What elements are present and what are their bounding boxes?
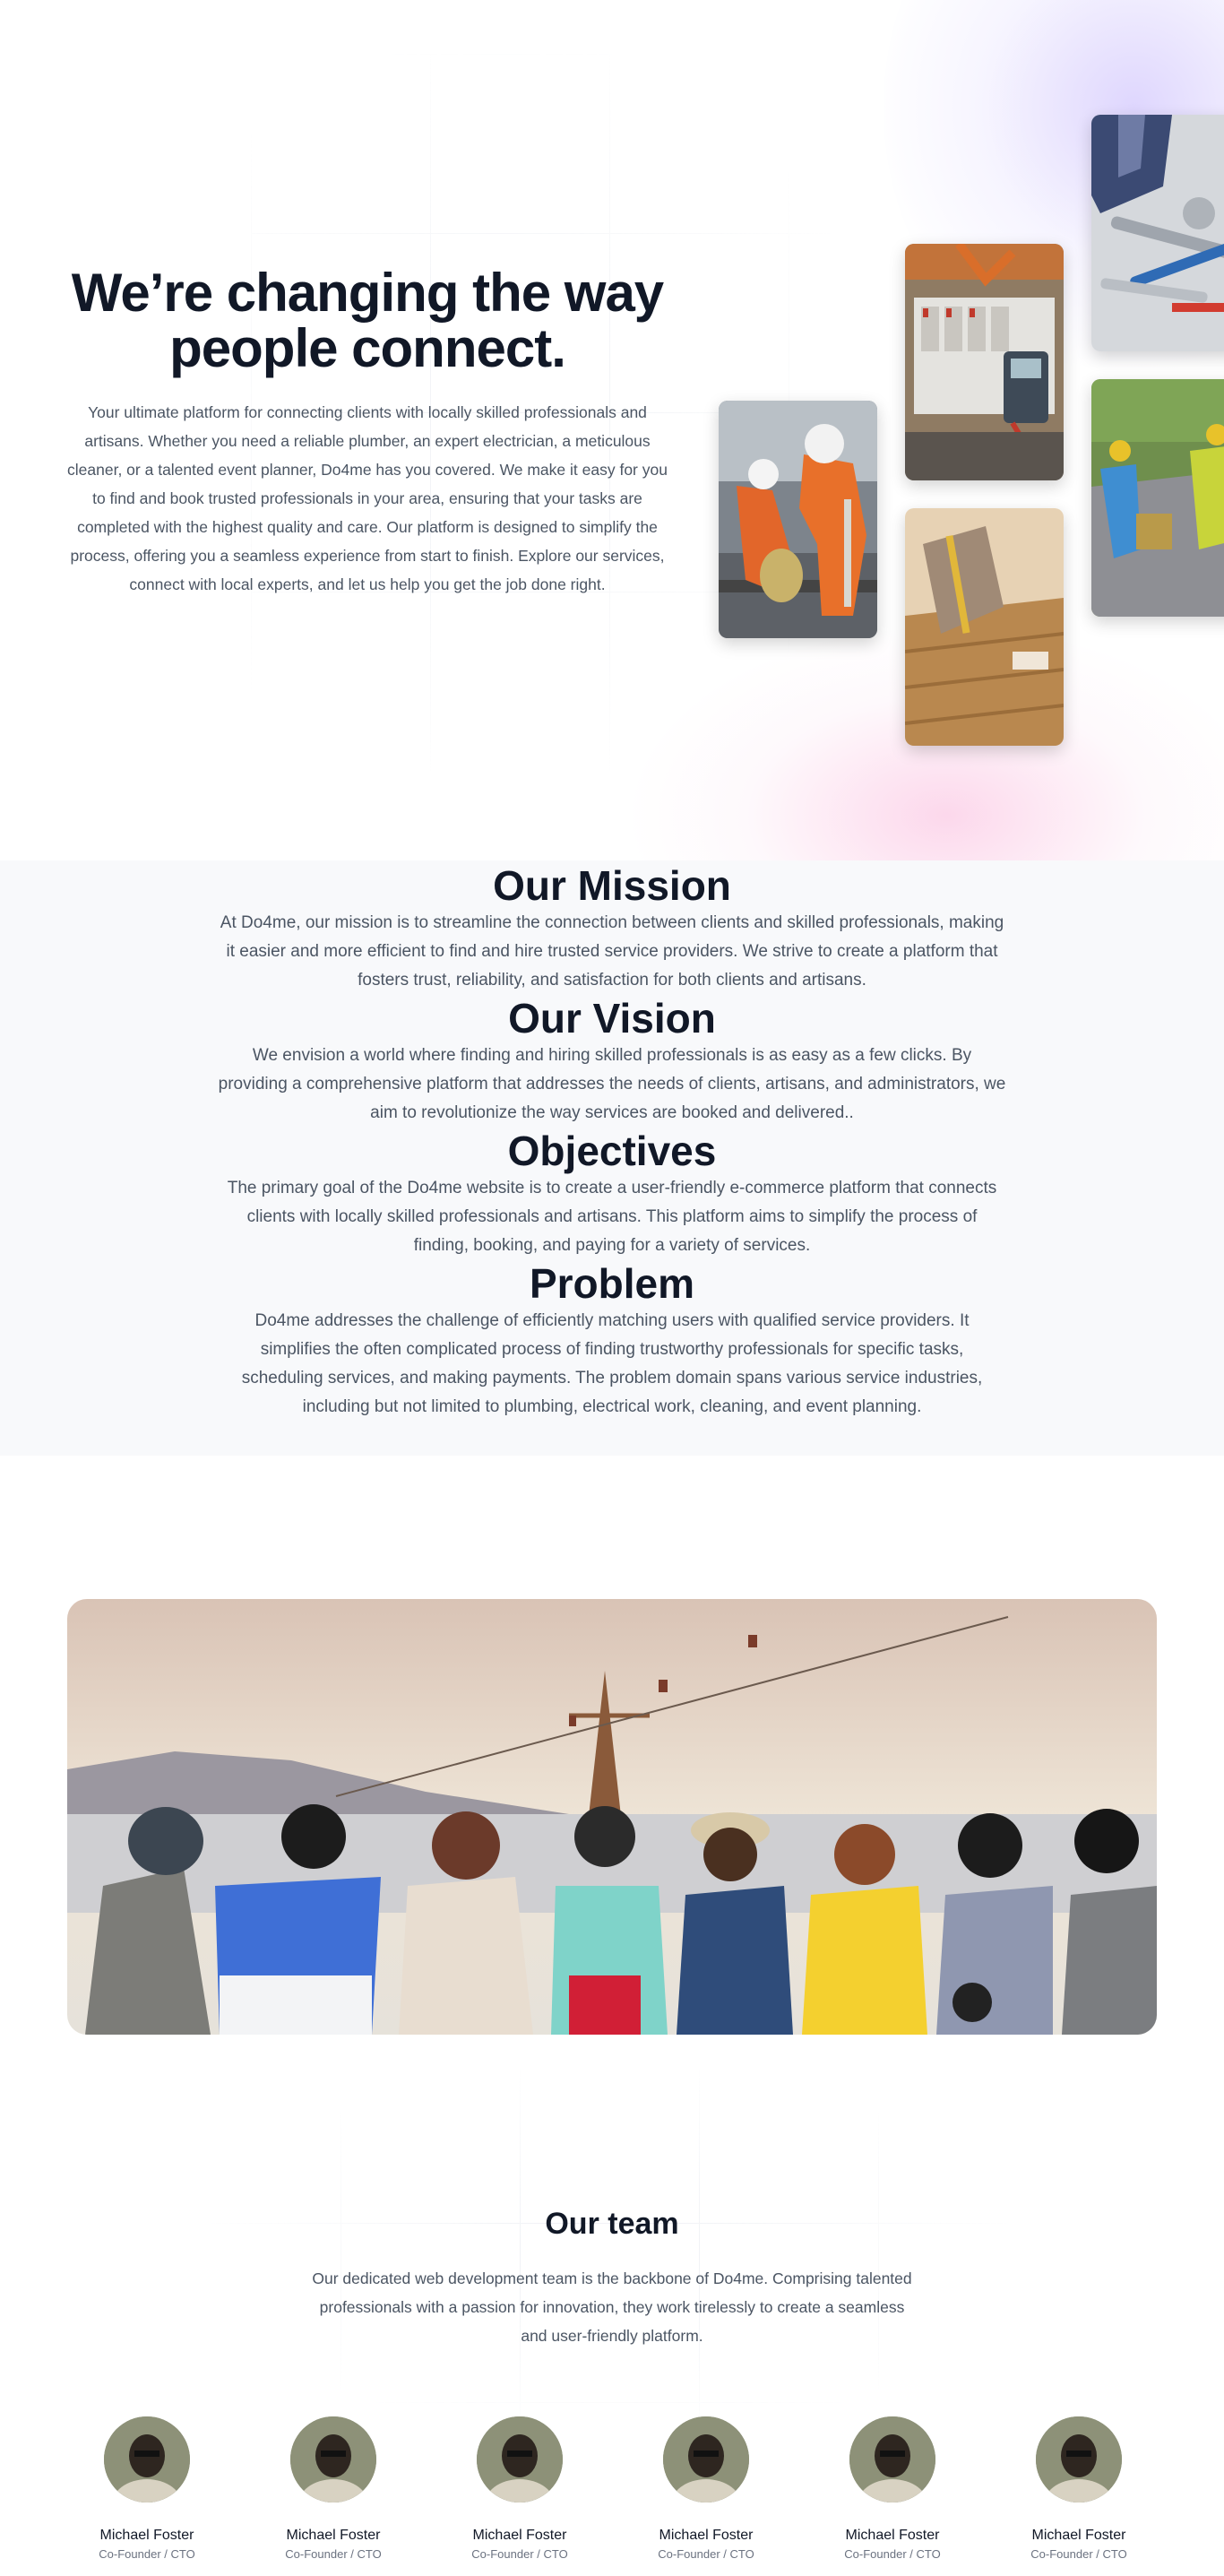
about-section: Our Mission At Do4me, our mission is to … — [0, 860, 1224, 1456]
problem-text: Do4me addresses the challenge of efficie… — [241, 1311, 983, 1416]
hero-title: We’re changing the way people connect. — [71, 263, 664, 378]
member-role: Co-Founder / CTO — [1030, 2547, 1127, 2561]
mission-title: Our Mission — [493, 862, 731, 909]
member-name: Michael Foster — [99, 2528, 194, 2543]
member-role: Co-Founder / CTO — [285, 2547, 382, 2561]
team-member-card: Michael Foster Co-Founder / CTO — [448, 2416, 591, 2561]
avatar — [104, 2416, 190, 2503]
objectives-text: The primary goal of the Do4me website is… — [227, 1179, 997, 1255]
mission-text: At Do4me, our mission is to streamline t… — [220, 913, 1004, 990]
member-role: Co-Founder / CTO — [844, 2547, 941, 2561]
hero-text-block: We’re changing the way people connect. Y… — [63, 265, 672, 599]
team-member-card: Michael Foster Co-Founder / CTO — [75, 2416, 219, 2561]
member-name: Michael Foster — [1031, 2528, 1126, 2543]
member-name: Michael Foster — [845, 2528, 940, 2543]
site-workers-photo — [1091, 379, 1224, 617]
avatar — [477, 2416, 563, 2503]
member-role: Co-Founder / CTO — [99, 2547, 195, 2561]
team-title: Our team — [545, 2207, 679, 2241]
hero-section: We’re changing the way people connect. Y… — [0, 0, 1224, 860]
electrician-panel-photo — [905, 244, 1064, 480]
team-section: Our team Our dedicated web development t… — [0, 2035, 1224, 2576]
plumbing-tools-photo — [1091, 115, 1224, 351]
member-role: Co-Founder / CTO — [658, 2547, 754, 2561]
team-description: Our dedicated web development team is th… — [312, 2269, 912, 2345]
avatar — [1036, 2416, 1122, 2503]
team-group-photo — [67, 1599, 1157, 2035]
vision-block: Our Vision We envision a world where fin… — [209, 995, 1015, 1128]
objectives-title: Objectives — [507, 1128, 717, 1174]
construction-workers-photo — [719, 401, 877, 638]
objectives-block: Objectives The primary goal of the Do4me… — [209, 1128, 1015, 1260]
avatar — [290, 2416, 376, 2503]
member-role: Co-Founder / CTO — [471, 2547, 568, 2561]
team-member-card: Michael Foster Co-Founder / CTO — [1007, 2416, 1151, 2561]
member-name: Michael Foster — [286, 2528, 381, 2543]
team-member-card: Michael Foster Co-Founder / CTO — [262, 2416, 405, 2561]
team-member-card: Michael Foster Co-Founder / CTO — [821, 2416, 964, 2561]
mission-block: Our Mission At Do4me, our mission is to … — [209, 860, 1015, 995]
problem-title: Problem — [529, 1260, 695, 1307]
avatar — [849, 2416, 935, 2503]
member-name: Michael Foster — [472, 2528, 567, 2543]
problem-block: Problem Do4me addresses the challenge of… — [209, 1260, 1015, 1422]
hero-description: Your ultimate platform for connecting cl… — [67, 403, 668, 593]
avatar — [663, 2416, 749, 2503]
team-member-card: Michael Foster Co-Founder / CTO — [634, 2416, 778, 2561]
carpenter-wood-photo — [905, 508, 1064, 746]
vision-text: We envision a world where finding and hi… — [218, 1046, 1006, 1122]
vision-title: Our Vision — [508, 995, 716, 1042]
member-name: Michael Foster — [659, 2528, 754, 2543]
